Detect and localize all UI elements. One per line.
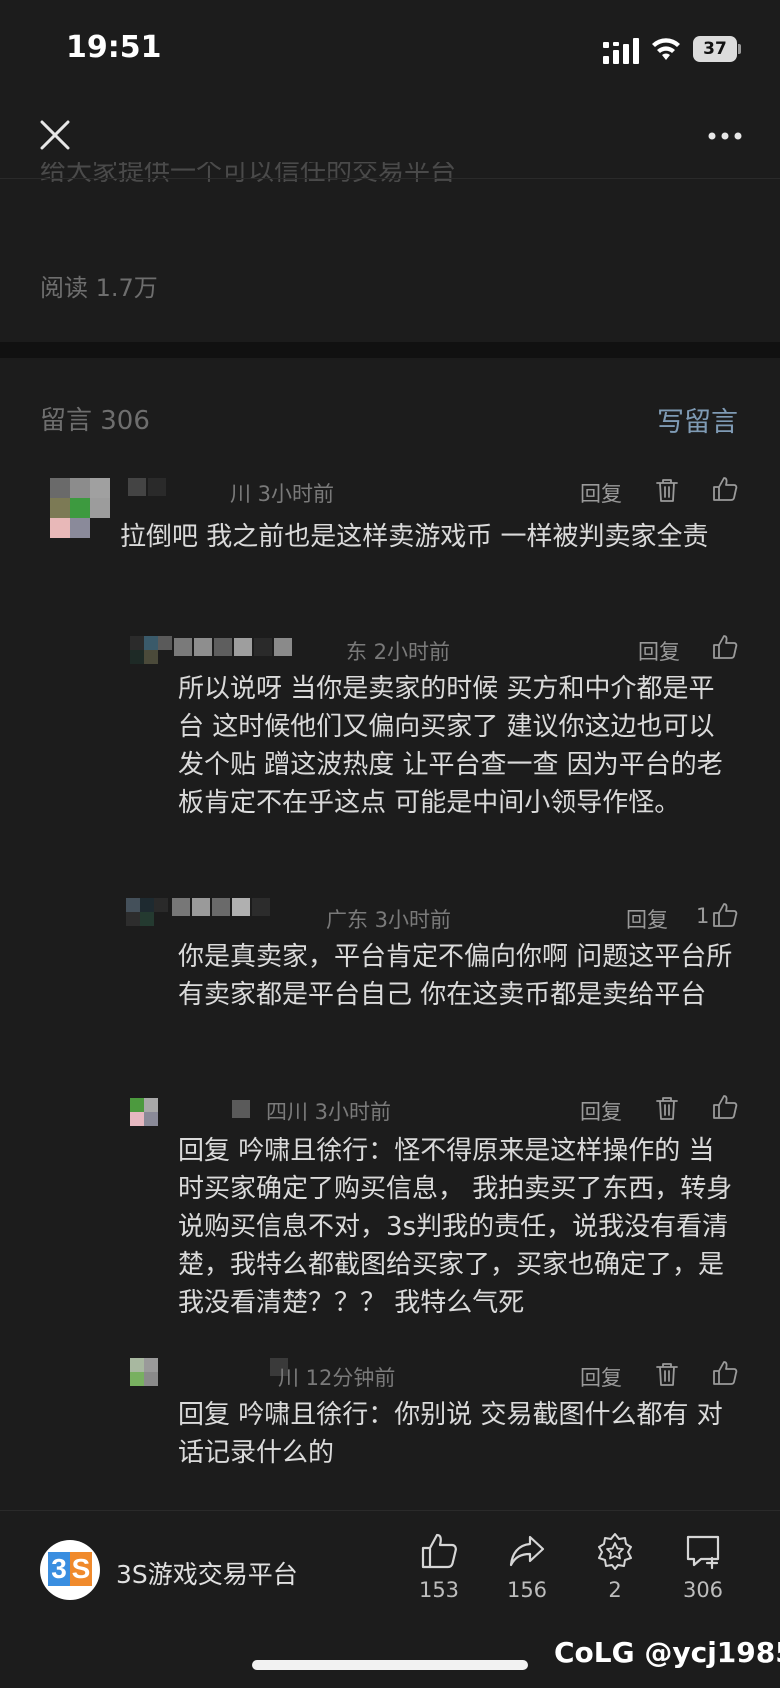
logo-letter-3: 3 bbox=[48, 1552, 70, 1586]
like-icon[interactable] bbox=[712, 634, 738, 660]
commenter-name-blurred bbox=[128, 478, 168, 500]
commenter-name-blurred bbox=[172, 898, 272, 920]
battery-level: 37 bbox=[703, 39, 727, 59]
reply-item: 川 12分钟前 回复 回复 吟啸且徐行：你别说 交易截图什么都有 对话记录什么的 bbox=[0, 1358, 780, 1478]
reply-item: 东 2小时前 回复 所以说呀 当你是卖家的时候 买方和中介都是平台 这时候他们又… bbox=[0, 630, 780, 860]
comment-text: 拉倒吧 我之前也是这样卖游戏币 一样被判卖家全责 bbox=[120, 522, 709, 552]
like-icon[interactable] bbox=[712, 1094, 738, 1120]
status-bar: 19:51 37 bbox=[0, 0, 780, 100]
section-divider bbox=[0, 342, 780, 358]
avatar[interactable] bbox=[130, 636, 172, 678]
read-count: 阅读 1.7万 bbox=[40, 274, 158, 302]
comment-meta: 广东 3小时前 bbox=[326, 908, 452, 932]
share-arrow-icon bbox=[509, 1535, 545, 1567]
comment-text: 回复 吟啸且徐行：你别说 交易截图什么都有 对话记录什么的 bbox=[178, 1400, 723, 1468]
avatar[interactable] bbox=[130, 1358, 172, 1400]
battery-indicator: 37 bbox=[693, 36, 741, 62]
comment-meta: 四川 3小时前 bbox=[266, 1100, 392, 1124]
write-comment-button[interactable]: 写留言 bbox=[657, 400, 738, 439]
channel-logo[interactable]: 3 S bbox=[40, 1540, 100, 1600]
comment-text: 回复 吟啸且徐行：怪不得原来是这样操作的 当时买家确定了购买信息， 我拍卖买了东… bbox=[178, 1136, 733, 1318]
like-icon[interactable] bbox=[712, 1360, 738, 1386]
article-last-line: 给大家提供一个可以信任的交易平台 bbox=[40, 162, 457, 182]
avatar[interactable] bbox=[130, 1098, 172, 1140]
thumbs-up-icon bbox=[421, 1533, 457, 1569]
comment-meta: 川 3小时前 bbox=[230, 482, 335, 506]
delete-icon[interactable] bbox=[654, 477, 680, 503]
comment-item: 川 3小时前 回复 拉倒吧 我之前也是这样卖游戏币 一样被判卖家全责 bbox=[0, 470, 780, 600]
reply-button[interactable]: 回复 bbox=[580, 1096, 622, 1126]
home-indicator[interactable] bbox=[252, 1660, 528, 1670]
reply-item: 四川 3小时前 回复 回复 吟啸且徐行：怪不得原来是这样操作的 当时买家确定了购… bbox=[0, 1094, 780, 1324]
battery-tip bbox=[738, 44, 741, 54]
comment-text: 你是真卖家，平台肯定不偏向你啊 问题这平台所有卖家都是平台自己 你在这卖币都是卖… bbox=[178, 942, 733, 1010]
reply-button[interactable]: 回复 bbox=[580, 478, 622, 508]
avatar[interactable] bbox=[50, 478, 110, 538]
like-button[interactable]: 153 bbox=[404, 1532, 474, 1602]
close-icon[interactable] bbox=[38, 118, 72, 152]
comment-count-label: 留言 306 bbox=[40, 406, 150, 436]
recommend-button[interactable]: 2 bbox=[580, 1532, 650, 1602]
avatar[interactable] bbox=[126, 898, 170, 940]
logo-letter-s: S bbox=[70, 1552, 92, 1586]
delete-icon[interactable] bbox=[654, 1361, 680, 1387]
comment-button[interactable]: 306 bbox=[668, 1532, 738, 1602]
share-button[interactable]: 156 bbox=[492, 1532, 562, 1602]
like-count: 1 bbox=[696, 904, 710, 928]
more-options-icon[interactable] bbox=[707, 131, 743, 141]
comment-meta: 东 2小时前 bbox=[346, 640, 451, 664]
delete-icon[interactable] bbox=[654, 1095, 680, 1121]
watermark: CoLG @ycj1985 bbox=[554, 1636, 780, 1669]
comment-text: 所以说呀 当你是卖家的时候 买方和中介都是平台 这时候他们又偏向买家了 建议你这… bbox=[178, 674, 723, 818]
status-time: 19:51 bbox=[66, 30, 162, 65]
reply-button[interactable]: 回复 bbox=[580, 1362, 622, 1392]
cellular-signal-icon bbox=[603, 38, 639, 64]
comment-meta: 川 12分钟前 bbox=[278, 1366, 396, 1390]
header-divider bbox=[0, 178, 780, 179]
like-icon[interactable] bbox=[712, 476, 738, 502]
share-count: 156 bbox=[506, 1578, 548, 1602]
commenter-name-blurred bbox=[174, 638, 294, 660]
wifi-icon bbox=[652, 38, 680, 60]
reply-button[interactable]: 回复 bbox=[626, 904, 668, 934]
like-count: 153 bbox=[418, 1578, 460, 1602]
comment-add-icon bbox=[686, 1535, 720, 1570]
channel-name[interactable]: 3S游戏交易平台 bbox=[116, 1555, 298, 1591]
star-badge-icon bbox=[598, 1533, 632, 1570]
recommend-count: 2 bbox=[608, 1578, 622, 1602]
reply-item: 广东 3小时前 回复 1 你是真卖家，平台肯定不偏向你啊 问题这平台所有卖家都是… bbox=[0, 898, 780, 1048]
like-icon[interactable] bbox=[712, 902, 738, 928]
comment-count: 306 bbox=[682, 1578, 724, 1602]
reply-button[interactable]: 回复 bbox=[638, 636, 680, 666]
commenter-name-blurred bbox=[232, 1100, 252, 1122]
